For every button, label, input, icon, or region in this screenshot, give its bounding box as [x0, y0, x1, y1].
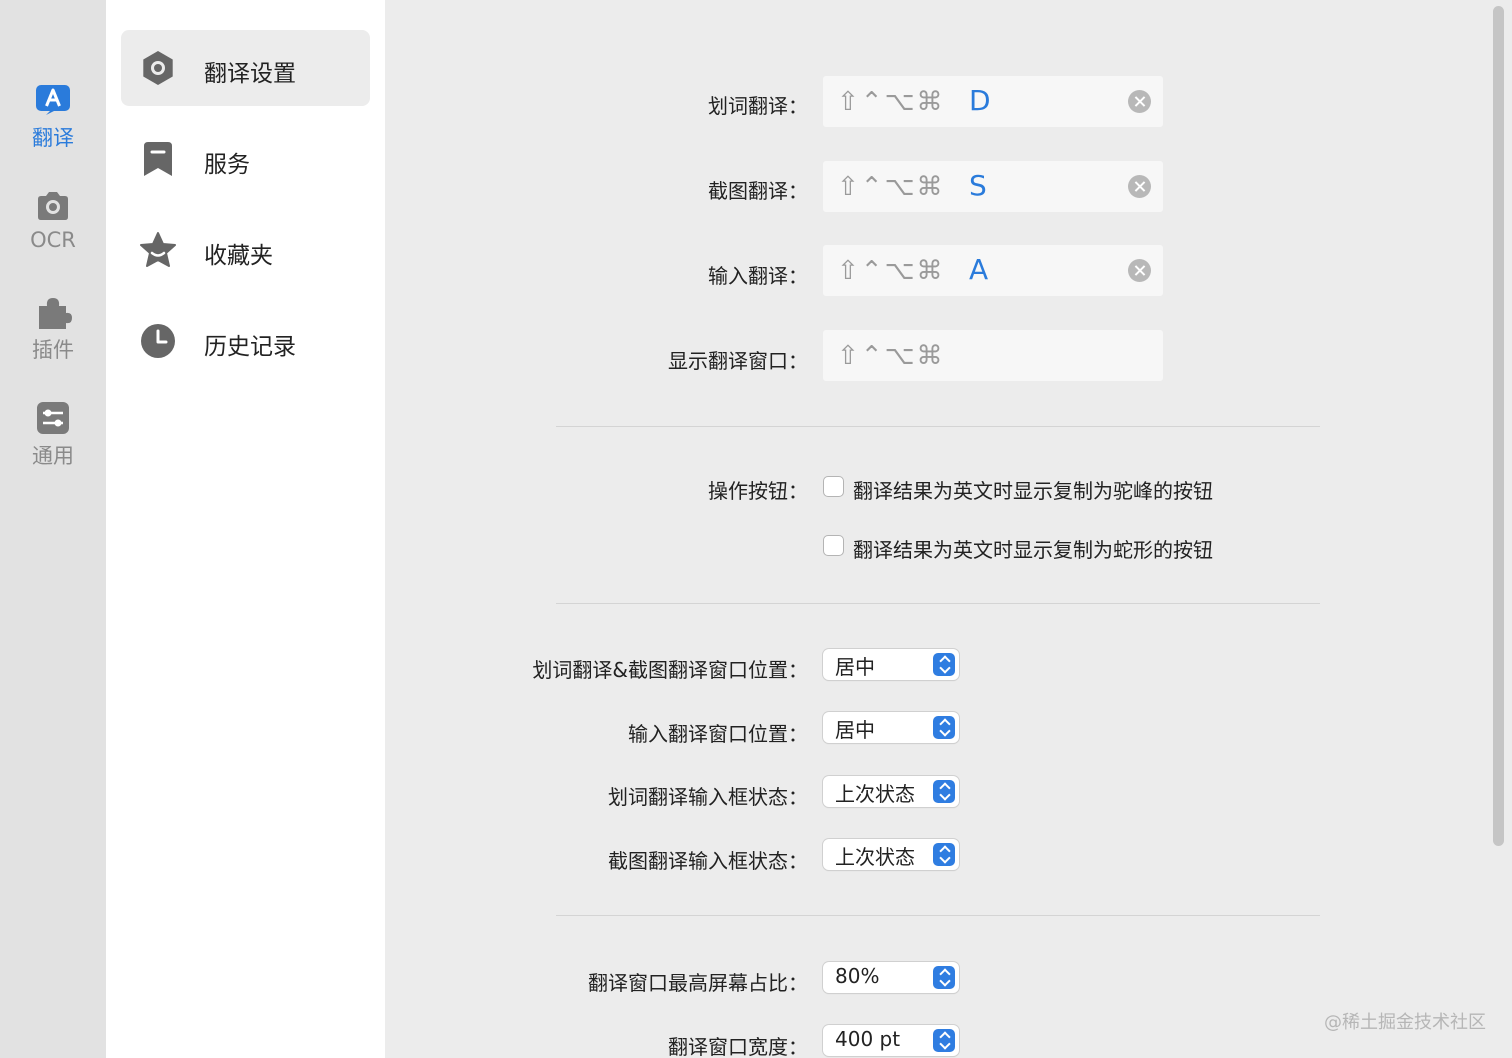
section-divider	[556, 426, 1320, 427]
screenshot-input-state-popup[interactable]: 上次状态	[823, 839, 959, 870]
shortcut-recorder-input-translate[interactable]: ⇧⌃⌥⌘ A	[823, 245, 1163, 296]
modifier-keys: ⇧⌃⌥⌘	[837, 87, 945, 117]
sidebar-item-services[interactable]: 服务	[121, 121, 370, 197]
sidebar-item-label: 历史记录	[204, 334, 296, 360]
sidebar-item-history[interactable]: 历史记录	[121, 303, 370, 379]
rail-item-plugins[interactable]: 插件	[0, 294, 106, 364]
sidebar-item-translation-settings[interactable]: 翻译设置	[121, 30, 370, 106]
camel-case-checkbox[interactable]	[823, 476, 844, 497]
translate-icon	[36, 85, 70, 115]
sidebar-item-favorites[interactable]: 收藏夹	[121, 212, 370, 288]
popup-value: 上次状态	[835, 845, 915, 869]
shortcut-recorder-screenshot-translate[interactable]: ⇧⌃⌥⌘ S	[823, 161, 1163, 212]
shortcut-key: S	[969, 169, 987, 202]
chevron-updown-icon	[933, 780, 955, 803]
popup-value: 居中	[835, 718, 875, 742]
select-input-state-popup[interactable]: 上次状态	[823, 776, 959, 807]
section-divider	[556, 603, 1320, 604]
shortcut-label: 截图翻译：	[708, 179, 808, 203]
shortcut-recorder-show-window[interactable]: ⇧⌃⌥⌘	[823, 330, 1163, 381]
sliders-icon	[37, 402, 69, 434]
clear-shortcut-button[interactable]	[1128, 175, 1151, 198]
gear-icon	[143, 51, 173, 85]
category-rail: 翻译 OCR 插件 通用	[0, 0, 106, 1058]
input-window-position-popup[interactable]: 居中	[823, 712, 959, 743]
popup-value: 400 pt	[835, 1027, 901, 1051]
rail-item-label: 翻译	[32, 126, 74, 150]
section-divider	[556, 915, 1320, 916]
clear-shortcut-button[interactable]	[1128, 259, 1151, 282]
sidebar-item-label: 收藏夹	[204, 243, 273, 269]
vertical-scrollbar[interactable]	[1493, 6, 1504, 846]
popup-value: 上次状态	[835, 782, 915, 806]
bookmark-icon	[144, 142, 172, 176]
modifier-keys: ⇧⌃⌥⌘	[837, 341, 945, 371]
chevron-updown-icon	[933, 966, 955, 989]
select-window-position-popup[interactable]: 居中	[823, 649, 959, 680]
chevron-updown-icon	[933, 843, 955, 866]
chevron-updown-icon	[933, 653, 955, 676]
shortcut-key: D	[969, 84, 991, 117]
star-icon	[140, 232, 176, 267]
action-buttons-label: 操作按钮：	[708, 479, 808, 503]
clock-icon	[141, 324, 175, 358]
max-screen-ratio-popup[interactable]: 80%	[823, 962, 959, 993]
popup-label: 输入翻译窗口位置：	[628, 722, 808, 746]
chevron-updown-icon	[933, 716, 955, 739]
checkbox-label: 翻译结果为英文时显示复制为驼峰的按钮	[853, 479, 1213, 503]
chevron-updown-icon	[933, 1029, 955, 1052]
settings-pane	[385, 0, 1512, 1058]
sidebar-item-label: 翻译设置	[204, 61, 296, 87]
popup-value: 80%	[835, 964, 880, 988]
snake-case-checkbox[interactable]	[823, 535, 844, 556]
shortcut-label: 显示翻译窗口：	[668, 349, 808, 373]
window-width-popup[interactable]: 400 pt	[823, 1025, 959, 1056]
shortcut-recorder-select-translate[interactable]: ⇧⌃⌥⌘ D	[823, 76, 1163, 127]
popup-label: 划词翻译&截图翻译窗口位置：	[532, 658, 808, 682]
settings-sidebar: 翻译设置 服务 收藏夹 历史记录	[106, 0, 385, 1058]
rail-item-general[interactable]: 通用	[0, 400, 106, 470]
shortcut-key: A	[969, 253, 989, 286]
puzzle-icon	[39, 298, 72, 329]
popup-label: 划词翻译输入框状态：	[608, 785, 808, 809]
clear-shortcut-button[interactable]	[1128, 90, 1151, 113]
shortcut-label: 划词翻译：	[708, 94, 808, 118]
rail-item-label: 通用	[32, 444, 74, 468]
rail-item-ocr[interactable]: OCR	[0, 188, 106, 252]
sidebar-item-label: 服务	[204, 152, 250, 178]
rail-item-label: OCR	[30, 228, 76, 252]
camera-icon	[38, 192, 68, 220]
popup-label: 截图翻译输入框状态：	[608, 849, 808, 873]
watermark: @稀土掘金技术社区	[1324, 1012, 1486, 1033]
popup-label: 翻译窗口最高屏幕占比：	[588, 971, 808, 995]
modifier-keys: ⇧⌃⌥⌘	[837, 172, 945, 202]
popup-label: 翻译窗口宽度：	[668, 1035, 808, 1058]
rail-item-translate[interactable]: 翻译	[0, 82, 106, 152]
checkbox-label: 翻译结果为英文时显示复制为蛇形的按钮	[853, 538, 1213, 562]
popup-value: 居中	[835, 655, 875, 679]
rail-item-label: 插件	[32, 338, 74, 362]
shortcut-label: 输入翻译：	[708, 264, 808, 288]
modifier-keys: ⇧⌃⌥⌘	[837, 256, 945, 286]
